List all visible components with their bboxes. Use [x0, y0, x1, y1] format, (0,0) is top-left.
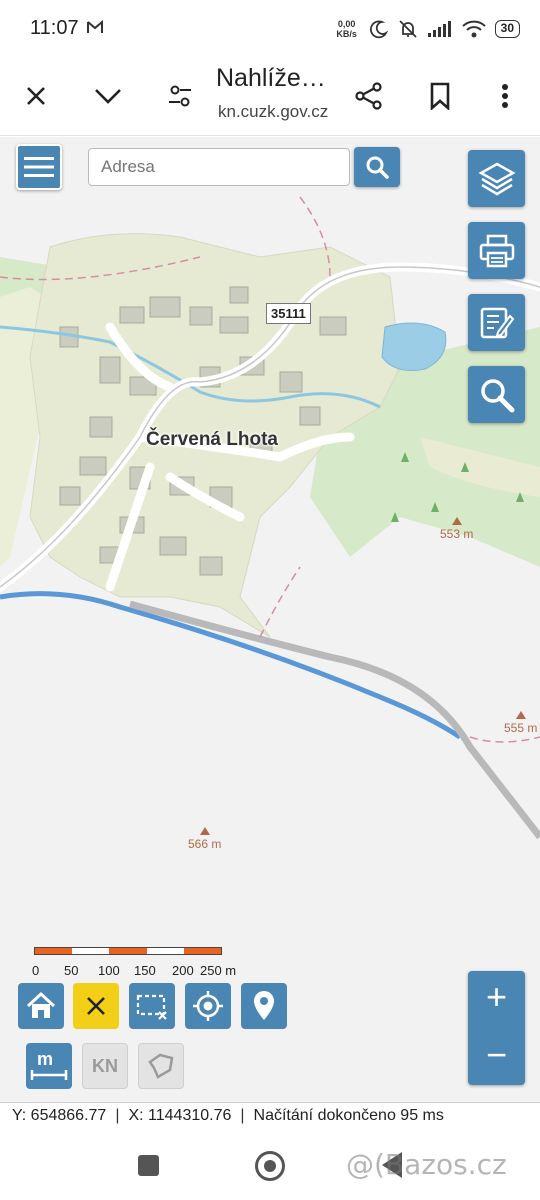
mute-icon [399, 20, 417, 38]
elevation-text: 553 m [440, 527, 474, 541]
elevation-triangle-icon [199, 827, 210, 835]
battery-indicator: 30 [494, 20, 520, 38]
print-button[interactable] [468, 222, 525, 279]
browser-toolbar: Nahlíže… kn.cuzk.gov.cz [0, 58, 540, 136]
svg-text:m: m [37, 1049, 53, 1069]
zoom-control: + − [468, 971, 525, 1085]
watermark: @(Bazos.cz [346, 1148, 507, 1181]
scale-segment [146, 948, 184, 954]
printer-icon [479, 234, 514, 267]
page-url[interactable]: kn.cuzk.gov.cz [218, 102, 328, 122]
separator: | [240, 1106, 245, 1124]
place-name-label: Červená Lhota [146, 429, 278, 450]
net-speed-value: 0,00 [337, 19, 356, 29]
scale-segment [72, 948, 110, 954]
elevation-triangle-icon [451, 517, 462, 525]
y-coordinate: Y: 654866.77 [12, 1106, 107, 1124]
zoom-in-button[interactable]: + [486, 977, 507, 1021]
scale-label: 250 m [200, 963, 237, 978]
signal-icon [427, 21, 451, 37]
close-icon[interactable] [18, 78, 54, 114]
wifi-icon [461, 20, 486, 38]
scale-segment [183, 948, 222, 954]
search-icon [366, 156, 389, 179]
page-title: Nahlíže… [216, 64, 326, 92]
menu-button[interactable] [16, 144, 62, 190]
marker-button[interactable] [241, 983, 287, 1029]
kn-label: KN [92, 1055, 118, 1076]
select-area-icon [136, 994, 167, 1020]
elevation-label: 553 m [440, 517, 473, 541]
system-nav-bar: @(Bazos.cz [0, 1128, 540, 1200]
measure-button[interactable]: m [26, 1043, 72, 1089]
recent-apps-button[interactable] [138, 1155, 159, 1176]
magnifier-icon [480, 378, 514, 412]
hamburger-icon [24, 157, 54, 177]
home-button[interactable] [18, 983, 64, 1029]
gmail-icon [87, 19, 103, 33]
polygon-button[interactable] [138, 1043, 184, 1089]
share-icon[interactable] [351, 78, 387, 114]
coordinates-bar: Y: 654866.77 | X: 1144310.76 | Načítání … [0, 1102, 540, 1128]
map-pin-icon [254, 991, 274, 1020]
map-canvas[interactable] [0, 137, 540, 1102]
elevation-text: 555 m [504, 721, 538, 735]
status-bar: 11:07 0,00 KB/s 30 [0, 0, 540, 58]
scale-bar [34, 947, 222, 955]
magnifier-button[interactable] [468, 366, 525, 423]
measure-icon: m [30, 1049, 68, 1080]
elevation-label: 555 m [504, 711, 537, 735]
scale-label: 150 [134, 963, 156, 978]
loading-status: Načítání dokončeno 95 ms [253, 1106, 444, 1124]
bookmark-icon[interactable] [422, 78, 458, 114]
chevron-down-icon[interactable] [90, 78, 126, 114]
elevation-text: 566 m [188, 837, 222, 851]
scale-label: 50 [64, 963, 79, 978]
kn-button[interactable]: KN [82, 1043, 128, 1089]
scale-labels: 0 50 100 150 200 250 m [28, 963, 258, 979]
scale-segment [109, 948, 147, 954]
select-area-button[interactable] [129, 983, 175, 1029]
search-button[interactable] [354, 147, 400, 187]
status-time: 11:07 [30, 17, 79, 39]
elevation-label: 566 m [188, 827, 221, 851]
locate-button[interactable] [185, 983, 231, 1029]
zoom-out-button[interactable]: − [486, 1035, 507, 1079]
more-vert-icon[interactable] [487, 78, 523, 114]
layers-icon [477, 162, 516, 195]
net-speed: 0,00 KB/s [333, 19, 361, 39]
home-nav-button[interactable] [255, 1151, 285, 1181]
clear-button[interactable] [73, 983, 119, 1029]
settings-sliders-icon[interactable] [162, 78, 198, 114]
edit-document-icon [480, 307, 514, 338]
address-search-input[interactable] [88, 148, 350, 186]
close-icon [87, 997, 105, 1015]
scale-label: 200 [172, 963, 194, 978]
road-number-label: 35111 [266, 303, 311, 324]
x-coordinate: X: 1144310.76 [128, 1106, 232, 1124]
status-icons: 0,00 KB/s 30 [333, 14, 520, 44]
map-view[interactable]: 35111 Červená Lhota 553 m 555 m 566 m Ad… [0, 137, 540, 1102]
scale-segment [35, 948, 73, 954]
moon-icon [369, 20, 388, 39]
net-speed-unit: KB/s [336, 29, 357, 39]
home-icon [26, 991, 56, 1018]
separator: | [115, 1106, 120, 1124]
scale-label: 100 [98, 963, 120, 978]
layers-button[interactable] [468, 150, 525, 207]
scale-label: 0 [32, 963, 40, 978]
report-button[interactable] [468, 294, 525, 351]
crosshair-icon [193, 991, 223, 1021]
polygon-icon [148, 1053, 174, 1079]
elevation-triangle-icon [515, 711, 526, 719]
